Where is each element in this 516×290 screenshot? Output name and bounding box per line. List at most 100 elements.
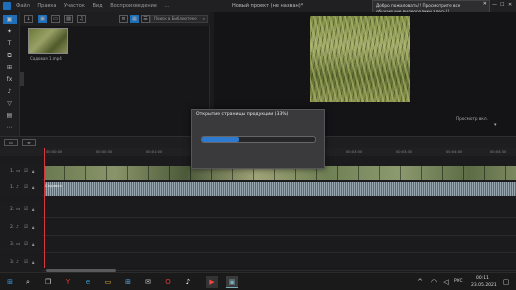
menu-edit[interactable]: Правка [37,3,56,9]
audio-track-icon: ♪ [16,225,19,230]
media-filter-image-icon[interactable]: ▨ [64,15,73,23]
import-media-icon[interactable]: ↓ [24,15,33,23]
track-header: 2. ♪ ☑ 🔒︎ [0,220,42,236]
ruler-label: 00:04:30 [490,150,507,154]
close-button[interactable]: ✕ [508,2,512,8]
ruler-label: 00:03:00 [346,150,363,154]
fx-room-icon[interactable]: ✦ [3,27,17,36]
keyboard-language[interactable]: РУС [454,279,463,284]
chapter-room-icon[interactable]: ▤ [3,111,17,120]
view-toggle-icon[interactable]: ≡ [119,15,128,23]
media-filter-all-icon[interactable]: ▣ [38,15,47,23]
ruler-label: 00:04:00 [446,150,463,154]
timeline-playhead[interactable] [44,148,45,268]
clock-time[interactable]: 00:11 [476,276,489,281]
maximize-button[interactable]: ☐ [500,2,504,8]
track-number: 3. [10,260,15,265]
track-header: 3. ♪ ☑ 🔒︎ [0,255,42,271]
media-room-icon[interactable]: ▣ [2,15,17,24]
menu-more[interactable]: ... [165,3,170,9]
volume-icon[interactable]: ◁ [440,276,452,288]
video-track-icon: ▭ [16,242,21,247]
clock-date[interactable]: 23.05.2021 [471,283,497,288]
voice-over-icon[interactable]: ▽ [3,99,17,108]
track-enable-checkbox[interactable]: ☑ [24,260,28,265]
edge-browser-icon[interactable]: e [82,276,94,288]
audio-mixing-icon[interactable]: ♪ [3,87,17,96]
menu-plugins[interactable]: Участок [64,3,85,9]
yandex-browser-icon[interactable]: Y [62,276,74,288]
transition-room-icon[interactable]: fx [3,75,17,84]
track-enable-checkbox[interactable]: ☑ [24,185,28,190]
library-item-thumbnail[interactable] [28,28,68,54]
library-item-label: Садовая 1.mp4 [30,56,62,61]
minimize-button[interactable]: — [492,2,497,8]
dialog-title: Открытие страницы продукции (33%) [196,112,289,117]
track-enable-checkbox[interactable]: ☑ [24,225,28,230]
library-search-input[interactable]: Поиск в Библиотеке ⌕ [150,15,208,23]
powerdirector-icon[interactable]: ▶ [206,276,218,288]
progress-bar-fill [202,137,240,142]
track-number: 3. [10,242,15,247]
audio-track-2: 2. ♪ ☑ 🔒︎ [0,220,516,236]
pip-room-icon[interactable]: ⧉ [3,51,17,60]
track-lock-icon[interactable]: 🔒︎ [32,260,34,266]
zoom-fit-icon[interactable]: ⇔ [22,139,36,146]
search-icon[interactable]: ⌕ [203,16,205,22]
track-enable-checkbox[interactable]: ☑ [24,169,28,174]
timeline-view-icon[interactable]: ▭ [4,139,18,146]
library-collapse-icon[interactable] [20,72,24,86]
notifications-icon[interactable]: ▢ [500,276,512,288]
search-placeholder: Поиск в Библиотеке [154,16,197,21]
track-enable-checkbox[interactable]: ☑ [24,207,28,212]
app-logo-icon [3,2,11,10]
windows-taskbar: ⊞ ⌕ ❐ Y e ▭ ⊞ ✉ O ♪ ▶ ▣ ^ ◠ ◁ РУС 00:11 … [0,272,516,290]
wifi-icon[interactable]: ◠ [428,276,440,288]
progress-dialog: Открытие страницы продукции (33%) [191,109,325,169]
tiktok-icon[interactable]: ♪ [182,276,194,288]
track-enable-checkbox[interactable]: ☑ [24,242,28,247]
track-lock-icon[interactable]: 🔒︎ [32,225,34,231]
preview-settings-icon[interactable]: ▾ [494,122,497,128]
file-explorer-icon[interactable]: ▭ [102,276,114,288]
windows-start-icon[interactable]: ⊞ [4,276,16,288]
track-header: 3. ▭ ☑ 🔒︎ [0,237,42,253]
search-icon[interactable]: ⌕ [22,276,34,288]
preview-status: Просмотр вкл. [456,116,488,121]
particle-room-icon[interactable]: ⊞ [3,63,17,72]
menu-file[interactable]: Файл [16,3,30,9]
track-number: 1. [10,169,15,174]
mail-icon[interactable]: ✉ [142,276,154,288]
audio-clip[interactable]: Садовая [44,182,516,196]
track-header: 1. ♪ ☑ 🔒︎ [0,180,42,196]
title-room-icon[interactable]: T [3,39,17,48]
track-lock-icon[interactable]: 🔒︎ [32,242,34,248]
menu-bar: Файл Правка Участок Вид Воспроизведение … [16,3,175,9]
video-track-icon: ▭ [16,207,21,212]
video-track-icon: ▭ [16,169,21,174]
list-view-icon[interactable]: ☰ [141,15,150,23]
menu-playback[interactable]: Воспроизведение [110,3,157,9]
track-lock-icon[interactable]: 🔒︎ [32,169,34,175]
track-lock-icon[interactable]: 🔒︎ [32,185,34,191]
task-view-icon[interactable]: ❐ [42,276,54,288]
opera-browser-icon[interactable]: O [162,276,174,288]
tray-expand-icon[interactable]: ^ [414,276,426,288]
video-editor-taskbar-icon[interactable]: ▣ [226,276,238,288]
notification-close-icon[interactable]: ✕ [483,1,487,8]
track-number: 2. [10,225,15,230]
preview-video-frame [310,16,410,102]
store-icon[interactable]: ⊞ [122,276,134,288]
track-number: 1. [10,185,15,190]
library-toolbar: ↓ ▣ ▭ ▨ ♫ ≡ ▦ ☰ Поиск в Библиотеке ⌕ [20,12,210,26]
project-title: Новый проект (не назван)* [232,3,304,9]
ruler-label: 00:01:00 [146,150,163,154]
menu-view[interactable]: Вид [92,3,102,9]
audio-track-icon: ♪ [16,185,19,190]
more-rooms-icon[interactable]: ⋯ [3,123,17,132]
track-lock-icon[interactable]: 🔒︎ [32,207,34,213]
video-track-3: 3. ▭ ☑ 🔒︎ [0,237,516,253]
grid-view-icon[interactable]: ▦ [130,15,139,23]
media-filter-audio-icon[interactable]: ♫ [77,15,86,23]
media-filter-video-icon[interactable]: ▭ [51,15,60,23]
